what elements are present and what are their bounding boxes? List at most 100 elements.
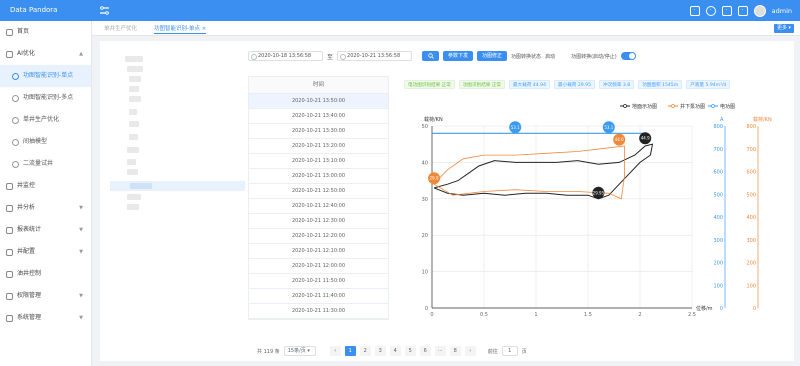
- end-date-input[interactable]: 2020-10-21 13:56:58: [337, 51, 413, 61]
- y-tick-label: 40: [422, 160, 428, 166]
- y2-tick-label: 300: [713, 238, 723, 244]
- sidebar-item-label: 二流量试井: [23, 160, 54, 167]
- convert-toggle[interactable]: [620, 52, 636, 60]
- sidebar-item-interval[interactable]: 间抽模型: [0, 131, 91, 153]
- tree-node-selected[interactable]: [110, 181, 245, 191]
- recalc-button[interactable]: 功图修正: [477, 51, 508, 61]
- page-button[interactable]: ···: [434, 346, 446, 356]
- page-button[interactable]: 8: [449, 346, 461, 356]
- data-label: 44.9: [641, 136, 650, 141]
- sidebar-item-ai[interactable]: AI优化 ▲: [0, 43, 91, 65]
- y-tick-label: 20: [422, 233, 428, 239]
- table-row[interactable]: 2020-10-21 11:40:00: [249, 289, 388, 304]
- sidebar-item-home[interactable]: 首页: [0, 21, 91, 43]
- total-count: 共 119 条: [257, 348, 280, 355]
- sidebar-item-flow-test[interactable]: 二流量试井: [0, 153, 91, 175]
- table-row[interactable]: 2020-10-21 12:20:00: [249, 229, 388, 244]
- search-button[interactable]: [422, 51, 440, 61]
- y2-tick-label: 800: [713, 124, 723, 130]
- params-button[interactable]: 参数下发: [443, 51, 474, 61]
- sidebar-item-label: 油井控制: [17, 270, 42, 277]
- x-tick-label: 0: [430, 312, 433, 318]
- page-button[interactable]: 2: [359, 346, 371, 356]
- config-icon: [6, 248, 13, 256]
- sidebar-item-label: 首页: [17, 28, 30, 35]
- goto-page-input[interactable]: 1: [501, 346, 518, 356]
- page-size-select[interactable]: 15条/页 ▾: [283, 346, 316, 356]
- pagination: 共 119 条 15条/页 ▾ ‹ 1 2 3 4 5 6 ··· 8 › 前往 1 页: [257, 346, 527, 356]
- tab-single-point[interactable]: 功图智能识别-单点 ×: [154, 24, 207, 34]
- sidebar-item-control[interactable]: 油井控制: [0, 263, 91, 285]
- table-row[interactable]: 2020-10-21 11:50:00: [249, 274, 388, 289]
- tab-label: 功图智能识别-单点: [154, 26, 200, 32]
- range-separator: 至: [327, 53, 334, 61]
- start-date-input[interactable]: 2020-10-18 13:56:58: [248, 51, 323, 61]
- dynamometer-chart: 010203040500 0.5 1 1.5 2 2.5载荷/KN位移/m 01002003…: [422, 103, 772, 318]
- more-button[interactable]: 更多 ▾: [774, 24, 794, 33]
- user-name[interactable]: admin: [772, 7, 792, 15]
- stat-max-load: 最大载荷 44.94: [509, 80, 551, 89]
- y3-tick-label: 400: [746, 215, 756, 221]
- sidebar-item-multi-point[interactable]: 功图智能识别-多点: [0, 87, 91, 109]
- table-row[interactable]: 2020-10-21 12:40:00: [249, 199, 388, 214]
- page-button[interactable]: 1: [344, 346, 356, 356]
- table-row[interactable]: 2020-10-21 13:10:00: [249, 154, 388, 169]
- x-tick-label: 0.5: [480, 312, 488, 318]
- avatar[interactable]: [753, 4, 766, 17]
- filter-bar: 2020-10-18 13:56:58 至 2020-10-21 13:56:5…: [248, 51, 636, 61]
- home-icon: [6, 28, 13, 36]
- state-label: 功图转换状态: [511, 53, 542, 60]
- settings-icon[interactable]: ·: [705, 5, 716, 16]
- lock-icon[interactable]: ·: [721, 5, 732, 16]
- sidebar-item-label: 井配置: [17, 248, 36, 255]
- table-row[interactable]: 2020-10-21 12:50:00: [249, 184, 388, 199]
- tabs-bar: 单井生产优化 功图智能识别-单点 × 更多 ▾: [92, 21, 800, 36]
- user-icon: [6, 292, 13, 300]
- table-row[interactable]: 2020-10-21 11:30:00: [249, 304, 388, 319]
- time-table: 时间 2020-10-21 13:50:00 2020-10-21 13:40:0…: [248, 76, 389, 320]
- tab-well-optimize[interactable]: 单井生产优化: [104, 24, 137, 34]
- close-icon[interactable]: ×: [202, 26, 207, 32]
- menu-toggle-icon[interactable]: [99, 5, 110, 16]
- table-row[interactable]: 2020-10-21 13:00:00: [249, 169, 388, 184]
- next-page-button[interactable]: ›: [464, 346, 476, 356]
- y-axis-label: 载荷/KN: [424, 116, 443, 123]
- prev-page-button[interactable]: ‹: [329, 346, 341, 356]
- y2-tick-label: 100: [713, 283, 723, 289]
- page-button[interactable]: 3: [374, 346, 386, 356]
- sidebar-item-label: 报表统计: [17, 226, 42, 233]
- monitor-icon: [6, 182, 13, 190]
- table-row[interactable]: 2020-10-21 12:30:00: [249, 214, 388, 229]
- table-row[interactable]: 2020-10-21 12:10:00: [249, 244, 388, 259]
- table-row[interactable]: 2020-10-21 12:00:00: [249, 259, 388, 274]
- y2-tick-label: 600: [713, 170, 723, 176]
- table-row[interactable]: 2020-10-21 13:50:00: [249, 94, 388, 109]
- x-tick-label: 2.5: [688, 312, 696, 318]
- y2-tick-label: 400: [713, 215, 723, 221]
- page-button[interactable]: 5: [404, 346, 416, 356]
- data-label: 53.1: [604, 125, 613, 130]
- sidebar-item-permissions[interactable]: 权限管理 ▼: [0, 285, 91, 307]
- page-button[interactable]: 6: [419, 346, 431, 356]
- state-value: 启动: [545, 53, 556, 60]
- sidebar-item-analysis[interactable]: 井分析 ▼: [0, 197, 91, 219]
- sidebar-item-well-optimize[interactable]: 单井生产优化: [0, 109, 91, 131]
- main-content: 2020-10-18 13:56:58 至 2020-10-21 13:56:5…: [100, 41, 794, 361]
- x-tick-label: 2: [638, 312, 641, 318]
- sidebar-item-reports[interactable]: 报表统计 ▼: [0, 219, 91, 241]
- surface-curve: [433, 143, 654, 200]
- sidebar-item-label: 单井生产优化: [23, 116, 60, 123]
- table-row[interactable]: 2020-10-21 13:30:00: [249, 124, 388, 139]
- sidebar-item-monitor[interactable]: 井监控: [0, 175, 91, 197]
- sidebar-item-single-point[interactable]: 功图智能识别-单点: [0, 65, 91, 87]
- data-label: 44.6: [615, 137, 624, 142]
- table-row[interactable]: 2020-10-21 13:20:00: [249, 139, 388, 154]
- fullscreen-icon[interactable]: ·: [689, 5, 700, 16]
- table-row[interactable]: 2020-10-21 13:40:00: [249, 109, 388, 124]
- chevron-down-icon: ▼: [79, 315, 83, 321]
- sidebar-item-config[interactable]: 井配置 ▼: [0, 241, 91, 263]
- sidebar-item-system[interactable]: 系统管理 ▼: [0, 307, 91, 329]
- legend-label: 地面示功图: [632, 103, 657, 110]
- notification-icon[interactable]: ·: [737, 5, 748, 16]
- page-button[interactable]: 4: [389, 346, 401, 356]
